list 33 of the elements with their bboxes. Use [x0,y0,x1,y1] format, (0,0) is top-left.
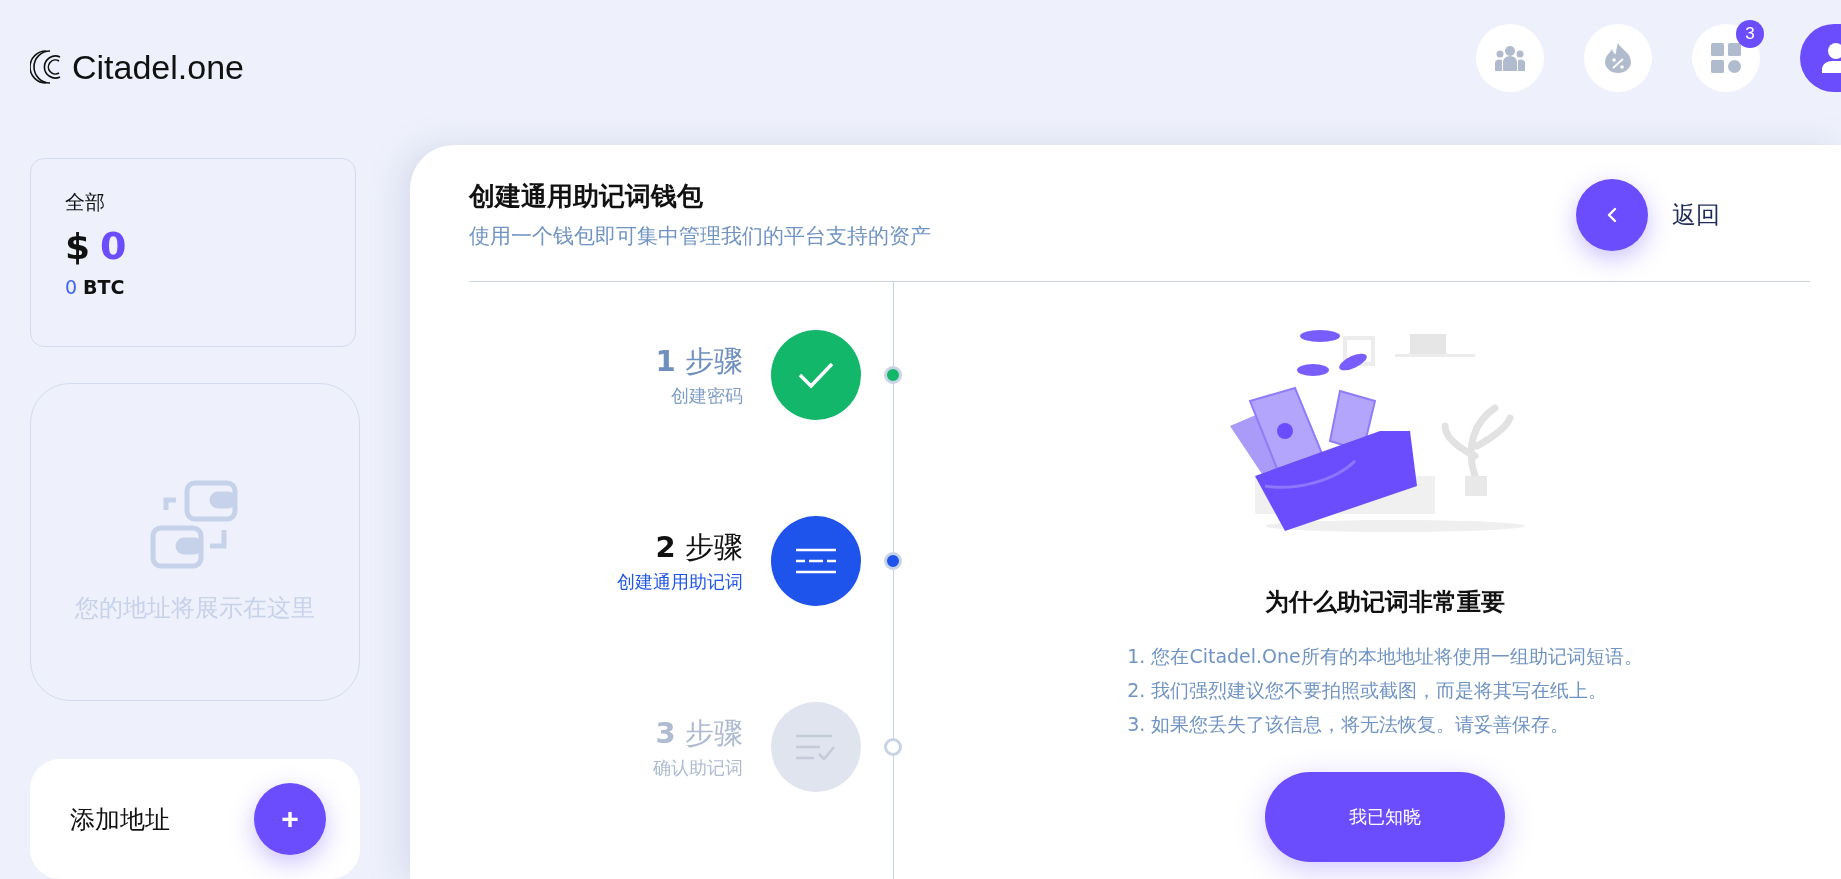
check-icon [797,361,835,389]
acknowledge-button[interactable]: 我已知晓 [1265,772,1505,862]
lines-icon [796,548,836,574]
step-title: 3 步骤 [655,715,743,752]
notification-badge: 3 [1736,20,1764,48]
group-icon [1495,45,1525,71]
step-subtitle: 创建通用助记词 [617,570,743,594]
back-button[interactable] [1576,179,1648,251]
add-address-label: 添加地址 [70,803,170,836]
back-link[interactable]: 返回 [1672,199,1720,231]
btc-unit: BTC [83,276,125,298]
info-item: 3. 如果您丢失了该信息，将无法恢复。请妥善保存。 [1127,712,1571,737]
balance-amount: 0 [100,224,127,268]
step-title: 2 步骤 [655,529,743,566]
info-item: 2. 我们强烈建议您不要拍照或截图，而是将其写在纸上。 [1127,678,1609,703]
checklist-icon [796,734,836,760]
panel-title: 创建通用助记词钱包 [469,180,704,213]
add-address-button[interactable]: + [254,783,326,855]
step-subtitle: 创建密码 [671,384,743,408]
grid-icon [1711,43,1741,73]
currency-symbol: $ [65,226,91,267]
info-item: 1. 您在Citadel.One所有的本地地址将使用一组助记词短语。 [1127,644,1643,669]
wallets-icon [150,480,240,570]
balance-label: 全部 [65,189,106,216]
step-title: 1 步骤 [655,343,743,380]
flame-percent-icon [1605,43,1631,73]
step-subtitle: 确认助记词 [653,756,743,780]
chevron-left-icon [1607,207,1617,223]
btc-amount: 0 [65,276,78,298]
logo-text: Citadel.one [72,47,244,87]
panel-subtitle: 使用一个钱包即可集中管理我们的平台支持的资产 [469,223,931,250]
info-heading: 为什么助记词非常重要 [1265,587,1505,618]
logo-icon [30,48,62,86]
